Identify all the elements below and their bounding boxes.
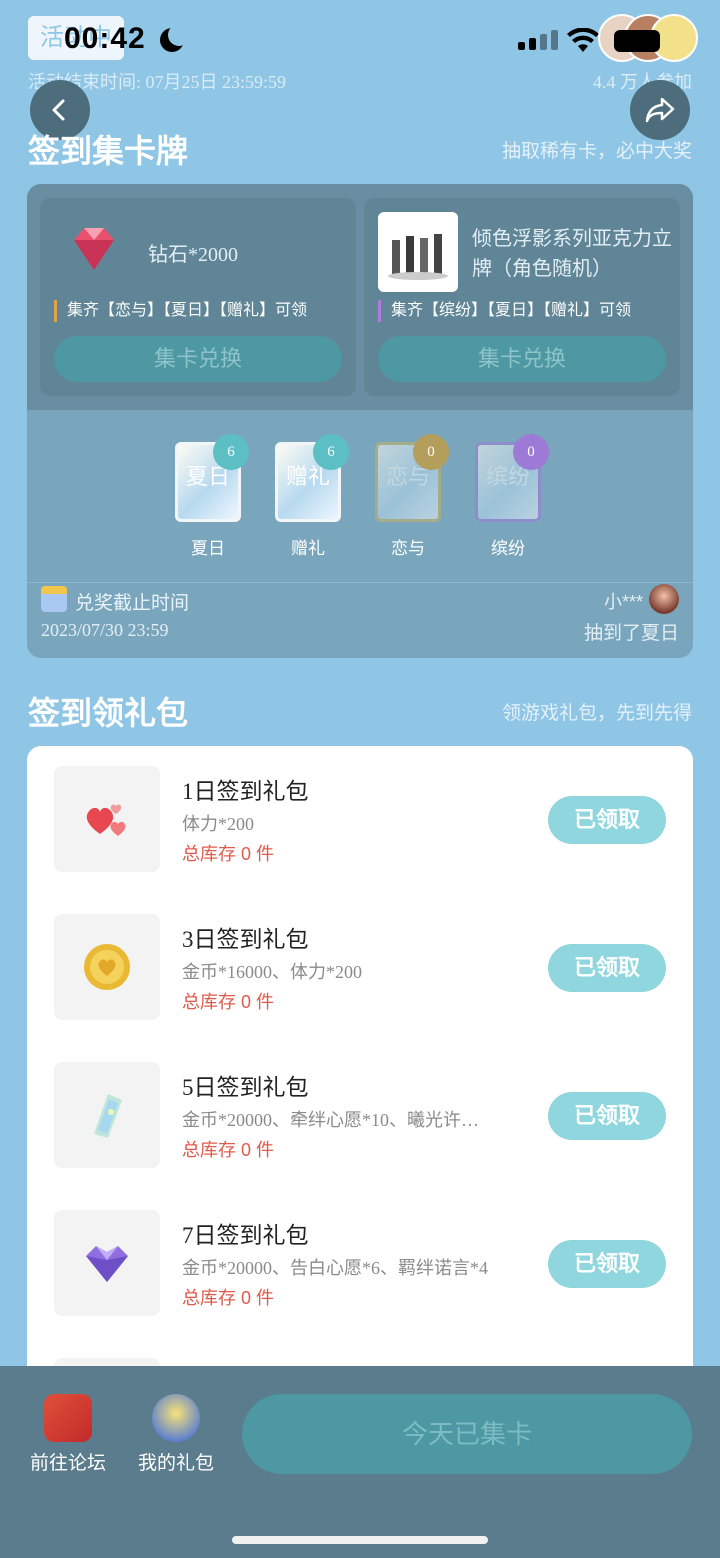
hearts-icon bbox=[86, 804, 126, 836]
calendar-icon bbox=[41, 586, 67, 612]
claimed-button[interactable]: 已领取 bbox=[548, 1240, 666, 1288]
collect-today-button[interactable]: 今天已集卡 bbox=[242, 1394, 692, 1474]
card-count-badge: 6 bbox=[213, 434, 249, 470]
gift-description: 体力*200 bbox=[182, 814, 254, 834]
collected-cards: 夏日 6 夏日 赠礼 6 赠礼 恋与 0 恋与 缤纷 0 缤纷 bbox=[175, 434, 549, 559]
reward-name: 倾色浮影系列亚克力立牌（角色随机） bbox=[472, 228, 672, 280]
signal-icon bbox=[518, 30, 558, 50]
avatar bbox=[649, 584, 679, 614]
card-label: 赠礼 bbox=[291, 539, 325, 558]
purple-heart-icon bbox=[86, 1246, 128, 1282]
gift-description: 金币*16000、体力*200 bbox=[182, 962, 362, 982]
gift-name: 1日签到礼包 bbox=[182, 779, 309, 804]
card-count-badge: 6 bbox=[313, 434, 349, 470]
moon-icon bbox=[160, 24, 190, 52]
recent-user-action: 抽到了夏日 bbox=[583, 623, 679, 644]
card-label: 夏日 bbox=[191, 539, 225, 558]
gift-stock: 总库存 0 件 bbox=[182, 1140, 275, 1160]
reward-name: 钻石*2000 bbox=[148, 244, 238, 266]
card-summer[interactable]: 夏日 6 夏日 bbox=[175, 434, 249, 559]
reward-requirement: 集齐【恋与】【夏日】【赠礼】可领 bbox=[54, 300, 307, 322]
card-love[interactable]: 恋与 0 恋与 bbox=[375, 434, 449, 559]
clock-time: 00:42 bbox=[64, 22, 146, 55]
gift-description: 金币*20000、牵绊心愿*10、曦光许… bbox=[182, 1110, 479, 1130]
share-button[interactable] bbox=[630, 80, 690, 140]
deadline-value: 2023/07/30 23:59 bbox=[41, 620, 169, 640]
reward-box-diamond: 钻石*2000 集齐【恋与】【夏日】【赠礼】可领 集卡兑换 bbox=[40, 198, 356, 396]
collect-section-subtitle: 抽取稀有卡，必中大奖 bbox=[501, 141, 692, 162]
my-gifts-button[interactable]: 我的礼包 bbox=[134, 1394, 218, 1475]
chevron-left-icon bbox=[52, 99, 65, 121]
gift-thumbnail bbox=[54, 1210, 160, 1316]
battery-icon bbox=[614, 30, 660, 52]
card-collection-panel: 钻石*2000 集齐【恋与】【夏日】【赠礼】可领 集卡兑换 倾色浮影系列亚克力立… bbox=[27, 184, 693, 658]
card-count-badge: 0 bbox=[513, 434, 549, 470]
gift-list: 1日签到礼包 体力*200 总库存 0 件 已领取 3日签到礼包 金币*1600… bbox=[27, 746, 693, 1446]
divider bbox=[27, 582, 693, 583]
list-item: 1日签到礼包 体力*200 总库存 0 件 已领取 bbox=[54, 766, 666, 874]
gift-bag-icon bbox=[152, 1394, 200, 1442]
forum-label: 前往论坛 bbox=[29, 1453, 106, 1474]
gift-description: 金币*20000、告白心愿*6、羁绊诺言*4 bbox=[182, 1258, 488, 1278]
claimed-button[interactable]: 已领取 bbox=[548, 944, 666, 992]
deadline-label: 兑奖截止时间 bbox=[75, 593, 190, 614]
gift-thumbnail bbox=[54, 914, 160, 1020]
card-count-badge: 0 bbox=[413, 434, 449, 470]
diamond-icon bbox=[74, 228, 114, 270]
reward-box-acrylic: 倾色浮影系列亚克力立牌（角色随机） 集齐【缤纷】【夏日】【赠礼】可领 集卡兑换 bbox=[364, 198, 680, 396]
forum-button[interactable]: 前往论坛 bbox=[26, 1394, 110, 1475]
acrylic-stand-photo bbox=[378, 212, 458, 292]
recent-user-name: 小*** bbox=[603, 592, 643, 612]
gift-stock: 总库存 0 件 bbox=[182, 992, 275, 1012]
share-arrow-icon bbox=[645, 97, 675, 123]
gift-stock: 总库存 0 件 bbox=[182, 1288, 275, 1308]
claimed-button[interactable]: 已领取 bbox=[548, 796, 666, 844]
gift-name: 3日签到礼包 bbox=[182, 927, 309, 952]
gift-section-title: 签到领礼包 bbox=[28, 695, 189, 731]
bottom-action-bar: 前往论坛 我的礼包 今天已集卡 bbox=[0, 1366, 720, 1558]
list-item: 3日签到礼包 金币*16000、体力*200 总库存 0 件 已领取 bbox=[54, 914, 666, 1022]
list-item: 5日签到礼包 金币*20000、牵绊心愿*10、曦光许… 总库存 0 件 已领取 bbox=[54, 1062, 666, 1170]
claimed-button[interactable]: 已领取 bbox=[548, 1092, 666, 1140]
my-gifts-label: 我的礼包 bbox=[137, 1453, 214, 1474]
gift-section-subtitle: 领游戏礼包，先到先得 bbox=[501, 703, 692, 724]
card-label: 缤纷 bbox=[491, 539, 525, 558]
home-indicator[interactable] bbox=[232, 1536, 488, 1544]
gift-stock: 总库存 0 件 bbox=[182, 844, 275, 864]
list-item: 7日签到礼包 金币*20000、告白心愿*6、羁绊诺言*4 总库存 0 件 已领… bbox=[54, 1210, 666, 1318]
card-label: 恋与 bbox=[391, 539, 425, 558]
forum-icon bbox=[44, 1394, 92, 1442]
card-colorful[interactable]: 缤纷 0 缤纷 bbox=[475, 434, 549, 559]
card-ticket-icon bbox=[94, 1094, 122, 1138]
wifi-icon bbox=[567, 28, 599, 52]
reward-requirement: 集齐【缤纷】【夏日】【赠礼】可领 bbox=[378, 300, 631, 322]
exchange-button[interactable]: 集卡兑换 bbox=[54, 336, 342, 382]
collect-section-title: 签到集卡牌 bbox=[28, 133, 189, 169]
gift-name: 5日签到礼包 bbox=[182, 1075, 309, 1100]
gift-thumbnail bbox=[54, 1062, 160, 1168]
gift-name: 7日签到礼包 bbox=[182, 1223, 309, 1248]
card-gift[interactable]: 赠礼 6 赠礼 bbox=[275, 434, 349, 559]
reward-area: 钻石*2000 集齐【恋与】【夏日】【赠礼】可领 集卡兑换 倾色浮影系列亚克力立… bbox=[27, 184, 693, 410]
gold-coin-icon bbox=[84, 944, 130, 990]
exchange-button[interactable]: 集卡兑换 bbox=[378, 336, 666, 382]
gift-thumbnail bbox=[54, 766, 160, 872]
